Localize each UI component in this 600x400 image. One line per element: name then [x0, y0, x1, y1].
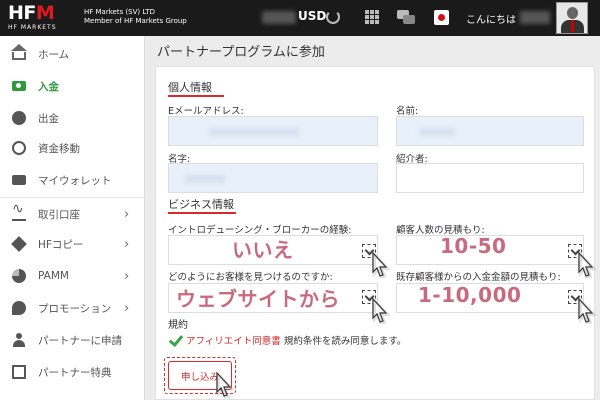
logo-text: HF: [8, 2, 36, 24]
apps-grid-icon[interactable]: [365, 10, 379, 24]
deposit-icon: [12, 81, 26, 91]
client-source-label: どのようにお客様を見つけるのですか:: [168, 272, 333, 283]
user-name-blurred: [520, 11, 550, 24]
section-underline: [168, 95, 224, 97]
home-icon: [11, 44, 27, 60]
sidebar-item-deposit[interactable]: 入金: [0, 70, 145, 102]
hfm-logo[interactable]: HFM HF MARKETS: [8, 4, 78, 32]
last-name-field[interactable]: [168, 163, 378, 193]
logo-subtitle: HF MARKETS: [8, 24, 57, 31]
sidebar-item-label: 入金: [38, 80, 59, 93]
checkbox-checked-icon[interactable]: [168, 333, 184, 347]
chat-icon[interactable]: [397, 10, 415, 24]
mouse-pointer-icon: [370, 250, 391, 280]
terms-text: 規約条件を読み同意します。: [283, 336, 407, 347]
top-header: HFM HF MARKETS HF Markets (SV) LTD Membe…: [0, 0, 600, 36]
refresh-icon[interactable]: [326, 10, 340, 24]
referrer-field[interactable]: [396, 163, 584, 193]
sidebar-item-withdraw[interactable]: 出金: [0, 102, 145, 134]
logo-text-accent: M: [35, 2, 55, 24]
japan-flag-icon[interactable]: [434, 10, 449, 25]
partner-apply-icon: [12, 333, 26, 347]
sidebar-item-label: PAMM: [38, 270, 69, 282]
company-info: HF Markets (SV) LTD Member of HF Markets…: [84, 8, 187, 26]
sidebar-item-label: プロモーション: [38, 302, 112, 315]
sidebar-item-wallet[interactable]: マイウォレット: [0, 164, 145, 196]
avatar[interactable]: [556, 2, 588, 34]
sidebar-item-label: HFコピー: [38, 238, 84, 251]
copy-trading-icon: [11, 236, 27, 252]
chevron-right-icon: ›: [124, 268, 130, 284]
promotion-icon: [12, 301, 26, 315]
client-source-value: ウェブサイトから: [176, 287, 340, 311]
trading-account-icon: [12, 201, 26, 221]
affiliate-agreement-link[interactable]: アフィリエイト同意書: [186, 333, 281, 347]
chevron-right-icon: ›: [124, 236, 130, 252]
deposit-estimate-label: 既存顧客様からの入金金額の見積もり:: [396, 272, 561, 283]
email-field[interactable]: [168, 116, 378, 146]
sidebar-item-partner-perks[interactable]: パートナー特典: [0, 356, 145, 388]
chevron-right-icon: ›: [124, 206, 130, 222]
section-underline: [168, 212, 236, 214]
greeting-text: こんにちは: [466, 15, 516, 26]
section-title-personal: 個人情報: [168, 81, 212, 94]
company-name: HF Markets (SV) LTD: [84, 8, 155, 16]
pamm-icon: [12, 269, 26, 283]
terms-title: 規約: [168, 320, 188, 331]
mouse-pointer-icon: [576, 296, 597, 326]
sidebar-item-partner-apply[interactable]: パートナーに申請: [0, 324, 145, 356]
partner-perks-icon: [12, 365, 26, 379]
sidebar-item-hfcopy[interactable]: HFコピー ›: [0, 228, 145, 260]
chevron-right-icon: ›: [124, 300, 130, 316]
sidebar-item-label: 取引口座: [38, 208, 80, 221]
sidebar-item-promotions[interactable]: プロモーション ›: [0, 292, 145, 324]
sidebar-item-label: パートナー特典: [38, 366, 112, 379]
first-name-field[interactable]: [396, 116, 584, 146]
clients-estimate-value: 10-50: [440, 234, 507, 258]
currency-label: USD: [298, 9, 327, 23]
sidebar-item-label: パートナーに申請: [38, 334, 122, 347]
sidebar-item-label: 資金移動: [38, 142, 80, 155]
first-name-label: 名前:: [396, 106, 419, 117]
section-title-business: ビジネス情報: [168, 198, 234, 211]
page-title: パートナープログラムに参加: [157, 45, 325, 60]
wallet-icon: [12, 175, 26, 185]
sidebar-item-label: 出金: [38, 112, 59, 125]
email-label: Eメールアドレス:: [168, 106, 244, 117]
terms-agreement: アフィリエイト同意書 規約条件を読み同意します。: [168, 333, 406, 347]
withdraw-icon: [12, 111, 26, 125]
transfer-icon: [12, 141, 26, 155]
mouse-pointer-icon: [576, 250, 597, 280]
company-group: Member of HF Markets Group: [84, 17, 187, 25]
mouse-pointer-icon: [214, 370, 235, 400]
ib-experience-value: いいえ: [232, 238, 294, 262]
sidebar: ホーム 入金 出金 資金移動 マイウォレット 取引口座 › HFコピー › PA…: [0, 36, 145, 400]
sidebar-item-pamm[interactable]: PAMM ›: [0, 260, 145, 292]
sidebar-item-transfer[interactable]: 資金移動: [0, 132, 145, 164]
sidebar-item-label: ホーム: [38, 48, 70, 61]
sidebar-item-trading-accounts[interactable]: 取引口座 ›: [0, 198, 145, 230]
deposit-estimate-value: 1-10,000: [418, 283, 522, 307]
mouse-pointer-icon: [370, 296, 391, 326]
sidebar-item-label: マイウォレット: [38, 174, 112, 187]
balance-amount-blurred: [262, 11, 296, 24]
sidebar-item-home[interactable]: ホーム: [0, 38, 145, 70]
